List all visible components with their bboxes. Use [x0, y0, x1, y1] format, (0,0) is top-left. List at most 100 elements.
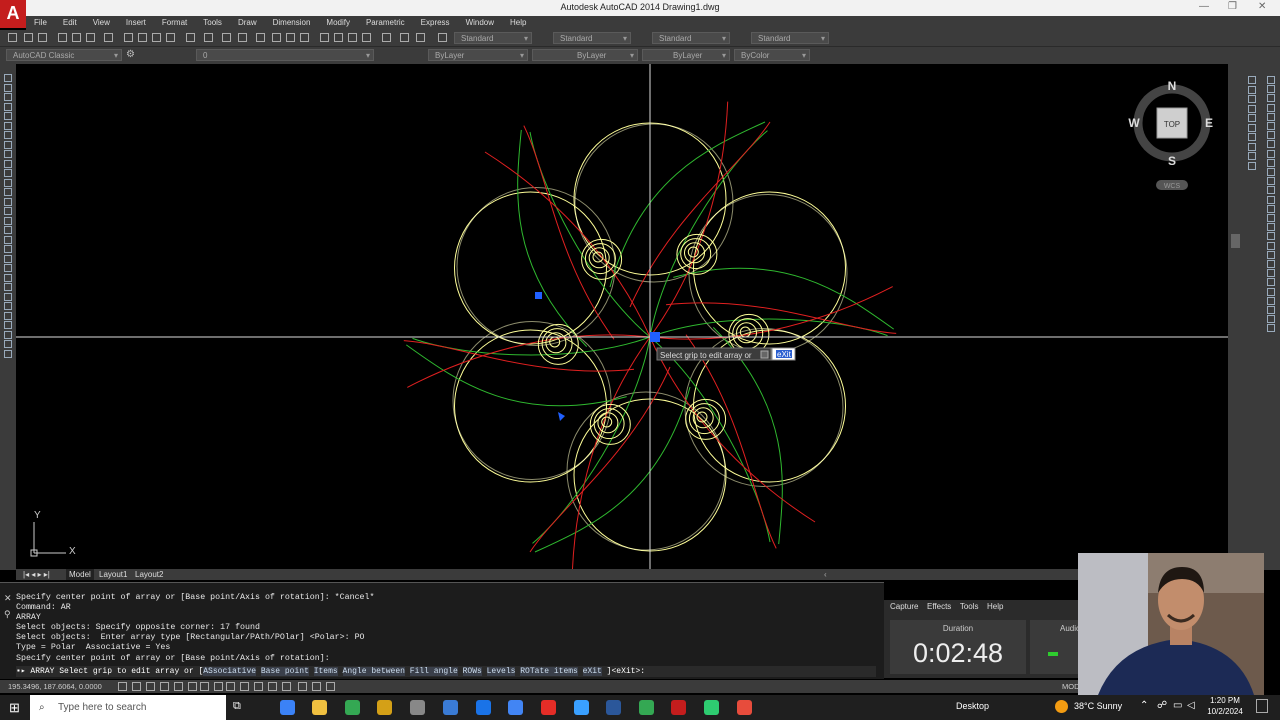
taskbar-search[interactable]: ⌕ Type here to search	[30, 695, 226, 720]
command-option[interactable]: Items	[313, 667, 338, 676]
modify-tool-icon[interactable]	[1267, 287, 1275, 296]
task-view-icon[interactable]: ⧉	[233, 700, 241, 713]
viewcube-south[interactable]: S	[1168, 154, 1176, 168]
status-toggle-icon[interactable]	[132, 682, 141, 691]
command-line[interactable]: ▪▸ ARRAY Select grip to edit array or [A…	[16, 666, 876, 677]
modify-tool-icon[interactable]	[1267, 269, 1275, 278]
command-option[interactable]: Levels	[486, 667, 516, 676]
status-toggle-icon[interactable]	[226, 682, 235, 691]
text-style-combo[interactable]: Standard	[454, 32, 532, 45]
photos-icon[interactable]	[574, 700, 589, 715]
draw-tool-icon[interactable]	[4, 131, 12, 139]
toolbar-tool-icon[interactable]	[72, 33, 81, 42]
menu-file[interactable]: File	[26, 16, 55, 30]
app-menu-button[interactable]: A	[0, 0, 26, 28]
draw-tool-icon[interactable]	[4, 235, 12, 244]
dim-style-combo[interactable]: Standard	[553, 32, 631, 45]
menu-draw[interactable]: Draw	[230, 16, 265, 30]
modify-tool-icon[interactable]	[1248, 142, 1256, 151]
command-option[interactable]: ROWs	[462, 667, 482, 676]
modify-tool-icon[interactable]	[1267, 223, 1275, 232]
gear-icon[interactable]: ⚙	[126, 49, 135, 60]
draw-tool-icon[interactable]	[4, 245, 12, 253]
draw-tool-icon[interactable]	[4, 321, 12, 329]
windows-start-icon[interactable]: ⊞	[9, 700, 20, 716]
wrench-icon[interactable]: ⚲	[4, 609, 11, 620]
tab-nav-arrows[interactable]: |◂ ◂ ▸ ▸|	[20, 569, 53, 580]
modify-tool-icon[interactable]	[1267, 260, 1275, 268]
modify-tool-icon[interactable]	[1248, 161, 1256, 170]
toolbar-tool-icon[interactable]	[38, 33, 47, 42]
modify-tool-icon[interactable]	[1267, 214, 1275, 222]
status-toggle-icon[interactable]	[268, 682, 277, 691]
modify-tool-icon[interactable]	[1267, 315, 1275, 324]
menu-window[interactable]: Window	[458, 16, 502, 30]
menu-help[interactable]: Help	[502, 16, 534, 30]
radius-grip[interactable]	[535, 292, 542, 299]
modify-tool-icon[interactable]	[1248, 76, 1256, 84]
toolbar-tool-icon[interactable]	[300, 33, 309, 42]
status-toggle-icon[interactable]	[200, 682, 209, 691]
autocad-icon[interactable]	[671, 700, 686, 715]
modify-tool-icon[interactable]	[1267, 85, 1275, 94]
toolbar-tool-icon[interactable]	[8, 33, 17, 42]
modify-tool-icon[interactable]	[1248, 104, 1256, 113]
modify-tool-icon[interactable]	[1267, 306, 1275, 314]
clock-time[interactable]: 1:20 PM	[1206, 696, 1244, 705]
draw-tool-icon[interactable]	[4, 74, 12, 82]
toolbar-tool-icon[interactable]	[362, 33, 371, 42]
modify-tool-icon[interactable]	[1267, 131, 1275, 140]
recorder-menu-help[interactable]: Help	[987, 600, 1003, 614]
toolbar-tool-icon[interactable]	[400, 33, 409, 42]
chrome-icon[interactable]	[639, 700, 654, 715]
draw-tool-icon[interactable]	[4, 197, 12, 206]
draw-tool-icon[interactable]	[4, 112, 12, 120]
draw-tool-icon[interactable]	[4, 273, 12, 282]
layer-combo[interactable]: 0	[196, 49, 374, 62]
network-icon[interactable]: ☍	[1157, 700, 1167, 711]
modify-tool-icon[interactable]	[1267, 149, 1275, 158]
modify-tool-icon[interactable]	[1267, 296, 1275, 305]
draw-tool-icon[interactable]	[4, 207, 12, 215]
chrome-icon[interactable]	[345, 700, 360, 715]
status-toggle-icon[interactable]	[312, 682, 321, 691]
calculator-icon[interactable]	[508, 700, 523, 715]
toolbar-tool-icon[interactable]	[238, 33, 247, 42]
toolbar-tool-icon[interactable]	[152, 33, 161, 42]
modify-tool-icon[interactable]	[1267, 168, 1275, 176]
edge-icon[interactable]	[280, 700, 295, 715]
draw-tool-icon[interactable]	[4, 93, 12, 101]
draw-tool-icon[interactable]	[4, 311, 12, 320]
toolbar-tool-icon[interactable]	[24, 33, 33, 42]
draw-tool-icon[interactable]	[4, 216, 12, 225]
close-command-icon[interactable]: ✕	[4, 593, 12, 604]
mail-icon[interactable]	[476, 700, 491, 715]
modify-tool-icon[interactable]	[1267, 195, 1275, 204]
modify-tool-icon[interactable]	[1248, 114, 1256, 122]
tooltip-dropdown-icon[interactable]	[760, 350, 769, 359]
youtube-icon[interactable]	[541, 700, 556, 715]
toolbar-tool-icon[interactable]	[416, 33, 425, 42]
modify-tool-icon[interactable]	[1267, 177, 1275, 186]
app-icon[interactable]	[410, 700, 425, 715]
status-toggle-icon[interactable]	[146, 682, 155, 691]
status-toggle-icon[interactable]	[282, 682, 291, 691]
menu-parametric[interactable]: Parametric	[358, 16, 413, 30]
drawing-area[interactable]: Y X TOP N S E W WCS Select grip to edit …	[16, 64, 1228, 573]
hscroll-left-icon[interactable]: ‹	[821, 569, 830, 580]
modify-tool-icon[interactable]	[1267, 324, 1275, 333]
draw-tool-icon[interactable]	[4, 226, 12, 234]
clock-date[interactable]: 10/2/2024	[1204, 707, 1246, 716]
lineweight-combo[interactable]: ByLayer	[642, 49, 730, 62]
toolbar-tool-icon[interactable]	[272, 33, 281, 42]
modify-tool-icon[interactable]	[1267, 140, 1275, 149]
menu-tools[interactable]: Tools	[195, 16, 230, 30]
recorder-menu-effects[interactable]: Effects	[927, 600, 951, 614]
modify-tool-icon[interactable]	[1267, 76, 1275, 84]
toolbar-tool-icon[interactable]	[348, 33, 357, 42]
command-option[interactable]: Fill angle	[409, 667, 458, 676]
command-option[interactable]: ROTate items	[520, 667, 578, 676]
command-option[interactable]: ASsociative	[203, 667, 257, 676]
status-toggle-icon[interactable]	[188, 682, 197, 691]
command-option[interactable]: Angle between	[342, 667, 405, 676]
